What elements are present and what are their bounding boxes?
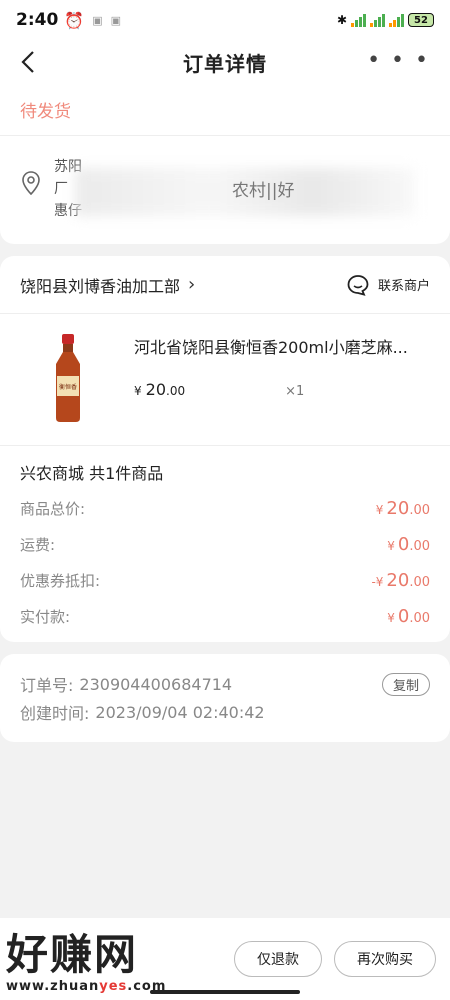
order-status: 待发货 xyxy=(0,84,450,136)
order-number-label: 订单号: xyxy=(20,676,74,695)
order-number: 230904400684714 xyxy=(79,674,233,694)
price-currency: ¥ xyxy=(134,384,142,398)
watermark-text: 好赚网 xyxy=(6,930,139,979)
product-quantity: ×1 xyxy=(285,384,305,399)
watermark-url: www.zhuanyes.com xyxy=(6,979,166,994)
battery-icon: 52 xyxy=(408,13,434,27)
address-section[interactable]: 苏阳 厂 惠仔 农村||好 xyxy=(0,136,450,244)
home-indicator xyxy=(150,990,300,994)
value-dec: .00 xyxy=(409,538,430,554)
value-prefix: ¥ xyxy=(375,502,384,517)
value-dec: .00 xyxy=(409,610,430,626)
product-title: 河北省饶阳县衡恒香200ml小磨芝麻... xyxy=(134,338,408,357)
value-dec: .00 xyxy=(409,502,430,518)
sesame-oil-bottle-icon: 衡恒香 xyxy=(56,334,80,422)
signal-icon xyxy=(351,13,366,27)
chevron-right-icon[interactable]: › xyxy=(188,274,195,295)
status-bar: 2:40 ⏰ ▣ ▣ ✱ 52 xyxy=(0,0,450,40)
product-image: 衡恒香 xyxy=(20,330,116,426)
signal-icon-2 xyxy=(370,13,385,27)
order-number-row: 订单号: 230904400684714 复制 xyxy=(20,670,430,698)
watermark-url-highlight: yes xyxy=(99,979,128,994)
created-time: 2023/09/04 02:40:42 xyxy=(95,702,265,722)
value-prefix: ¥ xyxy=(387,610,395,625)
address-partial: 农村||好 xyxy=(232,181,295,201)
wifi-signal-icon xyxy=(389,13,404,27)
created-time-row: 创建时间: 2023/09/04 02:40:42 xyxy=(20,698,430,726)
status-right: ✱ 52 xyxy=(337,13,434,27)
nav-bar: 订单详情 • • • xyxy=(0,40,450,84)
bottle-label: 衡恒香 xyxy=(59,383,77,391)
summary-label: 运费: xyxy=(20,535,56,554)
price-integer: 20 xyxy=(145,380,166,399)
bluetooth-icon: ✱ xyxy=(336,13,347,27)
shop-header: 饶阳县刘博香油加工部 › 联系商户 xyxy=(0,256,450,314)
watermark: 好赚网 www.zhuanyes.com xyxy=(6,930,166,995)
summary-label: 商品总价: xyxy=(20,499,86,518)
buy-again-button[interactable]: 再次购买 xyxy=(334,941,436,977)
value-int: 20 xyxy=(386,569,410,591)
summary-row-paid: 实付款: ¥0.00 xyxy=(20,598,430,634)
status-time: 2:40 xyxy=(16,10,59,30)
status-address-card: 待发货 苏阳 厂 惠仔 农村||好 xyxy=(0,84,450,244)
price-decimal: .00 xyxy=(166,384,186,398)
location-pin-icon xyxy=(22,171,40,196)
summary-value: ¥0.00 xyxy=(387,606,430,627)
alarm-icon: ⏰ xyxy=(64,10,85,30)
notification-icon-2: ▣ xyxy=(110,13,122,27)
more-options-icon[interactable]: • • • xyxy=(367,48,430,73)
product-price: ¥20.00 xyxy=(134,380,185,399)
value-prefix: ¥ xyxy=(387,538,395,553)
watermark-url-prefix: www.zhuan xyxy=(6,979,100,994)
summary-label: 实付款: xyxy=(20,607,71,626)
summary-row-coupon: 优惠券抵扣: -¥ 20.00 xyxy=(20,562,430,598)
order-info-card: 订单号: 230904400684714 复制 创建时间: 2023/09/04… xyxy=(0,654,450,742)
summary-title: 兴农商城 共1件商品 xyxy=(20,464,164,483)
price-row: ¥20.00 ×1 xyxy=(134,380,430,399)
product-info: 河北省饶阳县衡恒香200ml小磨芝麻... ¥20.00 ×1 xyxy=(134,330,430,445)
shop-card: 饶阳县刘博香油加工部 › 联系商户 衡恒香 河北省饶阳县衡恒香200ml小磨芝麻… xyxy=(0,256,450,642)
contact-merchant-button[interactable]: 联系商户 xyxy=(346,273,430,297)
summary-value: ¥0.00 xyxy=(387,534,430,555)
page-title: 订单详情 xyxy=(183,51,267,76)
summary-value: -¥ 20.00 xyxy=(371,570,430,591)
chat-bubble-icon xyxy=(347,274,369,296)
product-item[interactable]: 衡恒香 河北省饶阳县衡恒香200ml小磨芝麻... ¥20.00 ×1 xyxy=(0,314,450,446)
copy-button[interactable]: 复制 xyxy=(381,672,430,696)
summary-row-shipping: 运费: ¥0.00 xyxy=(20,526,430,562)
notification-icon: ▣ xyxy=(92,13,103,27)
value-prefix: -¥ xyxy=(371,574,384,589)
refund-only-button[interactable]: 仅退款 xyxy=(234,941,322,977)
shop-name-link[interactable]: 饶阳县刘博香油加工部 xyxy=(20,273,180,297)
contact-merchant-label: 联系商户 xyxy=(377,279,430,294)
back-arrow-icon[interactable] xyxy=(18,48,40,76)
summary-label: 优惠券抵扣: xyxy=(20,571,101,590)
value-int: 0 xyxy=(397,533,410,555)
value-int: 0 xyxy=(397,605,410,627)
price-summary: 兴农商城 共1件商品 商品总价: ¥20.00 运费: ¥0.00 优惠券抵扣:… xyxy=(0,446,450,642)
value-int: 20 xyxy=(386,497,410,519)
created-time-label: 创建时间: xyxy=(20,704,90,723)
summary-row-total: 商品总价: ¥20.00 xyxy=(20,490,430,526)
summary-value: ¥20.00 xyxy=(376,498,430,519)
value-dec: .00 xyxy=(409,574,430,590)
